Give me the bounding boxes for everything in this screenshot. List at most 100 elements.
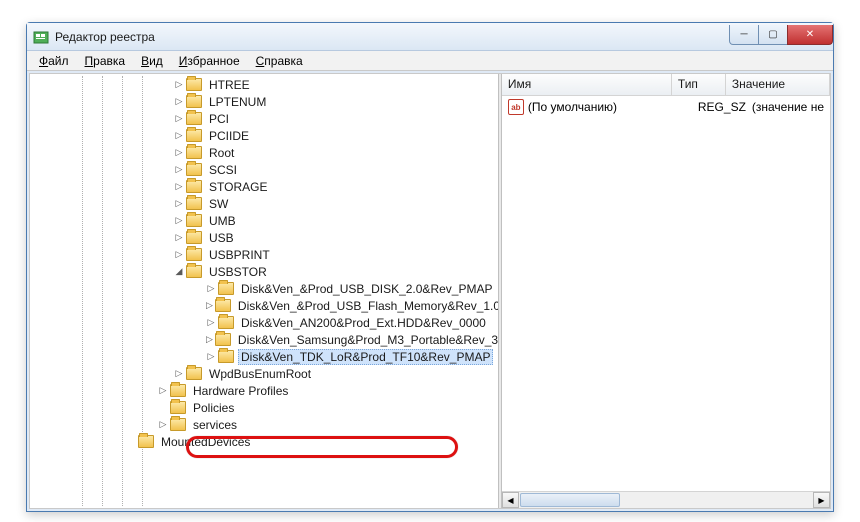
folder-icon xyxy=(218,350,234,363)
column-value[interactable]: Значение xyxy=(726,74,830,95)
tree-item-label: Disk&Ven_Samsung&Prod_M3_Portable&Rev_3 xyxy=(235,332,498,348)
tree-item[interactable]: ▷ PCIIDE xyxy=(30,127,498,144)
expand-icon[interactable]: ▷ xyxy=(206,318,216,328)
tree-item-label: SCSI xyxy=(206,162,240,178)
expand-icon[interactable]: ▷ xyxy=(158,420,168,430)
expand-icon[interactable]: ▷ xyxy=(174,233,184,243)
folder-icon xyxy=(215,333,231,346)
tree-item[interactable]: ▷ HTREE xyxy=(30,76,498,93)
tree-item[interactable]: ▷ SCSI xyxy=(30,161,498,178)
folder-icon xyxy=(186,78,202,91)
tree-item[interactable]: ▷SW xyxy=(30,195,498,212)
folder-icon xyxy=(186,214,202,227)
folder-icon xyxy=(218,316,234,329)
menu-edit[interactable]: Правка xyxy=(77,52,134,70)
list-item[interactable]: ab (По умолчанию) REG_SZ (значение не xyxy=(504,98,828,116)
tree-item[interactable]: ▷ Disk&Ven_&Prod_USB_Flash_Memory&Rev_1.0… xyxy=(30,297,498,314)
expand-icon[interactable]: ▷ xyxy=(174,199,184,209)
horizontal-scrollbar[interactable]: ◀ ▶ xyxy=(502,491,830,508)
expand-icon[interactable]: ▷ xyxy=(174,97,184,107)
tree: ▷HTREE▷LPTENUM▷PCI▷PCIIDE▷Root▷SCSI▷STOR… xyxy=(30,74,498,452)
folder-icon xyxy=(186,265,202,278)
tree-item-label: Disk&Ven_&Prod_USB_DISK_2.0&Rev_PMAP xyxy=(238,281,495,297)
expand-icon[interactable]: ▷ xyxy=(206,335,213,345)
column-name[interactable]: Имя xyxy=(502,74,672,95)
tree-item[interactable]: ▷Root xyxy=(30,144,498,161)
tree-item[interactable]: ▷ Disk&Ven_Samsung&Prod_M3_Portable&Rev_3 xyxy=(30,331,498,348)
tree-item-label: LPTENUM xyxy=(206,94,269,110)
tree-item-label: PCIIDE xyxy=(206,128,252,144)
value-data: (значение не xyxy=(752,100,824,114)
folder-icon xyxy=(186,248,202,261)
expand-icon[interactable]: ▷ xyxy=(206,284,216,294)
expand-icon[interactable]: ▷ xyxy=(174,148,184,158)
expand-icon[interactable]: ▷ xyxy=(158,386,168,396)
expand-icon[interactable]: ▷ xyxy=(174,131,184,141)
tree-item-label: Disk&Ven_&Prod_USB_Flash_Memory&Rev_1.00 xyxy=(235,298,498,314)
tree-item[interactable]: ▷ WpdBusEnumRoot xyxy=(30,365,498,382)
folder-icon xyxy=(186,129,202,142)
app-icon xyxy=(33,29,49,45)
folder-icon xyxy=(215,299,231,312)
scroll-left-button[interactable]: ◀ xyxy=(502,492,519,508)
tree-item[interactable]: ▷Disk&Ven_TDK_LoR&Prod_TF10&Rev_PMAP xyxy=(30,348,498,365)
expand-icon[interactable]: ▷ xyxy=(174,250,184,260)
tree-item-label: STORAGE xyxy=(206,179,270,195)
no-expand xyxy=(158,403,168,413)
expand-icon[interactable]: ▷ xyxy=(174,369,184,379)
collapse-icon[interactable]: ◢ xyxy=(174,267,184,277)
scroll-right-button[interactable]: ▶ xyxy=(813,492,830,508)
expand-icon[interactable]: ▷ xyxy=(206,301,213,311)
tree-item[interactable]: ▷ STORAGE xyxy=(30,178,498,195)
expand-icon[interactable]: ▷ xyxy=(174,216,184,226)
tree-pane[interactable]: ▷HTREE▷LPTENUM▷PCI▷PCIIDE▷Root▷SCSI▷STOR… xyxy=(30,74,498,508)
string-value-icon: ab xyxy=(508,99,524,115)
maximize-button[interactable]: ▢ xyxy=(758,25,788,45)
tree-item[interactable]: ▷PCI xyxy=(30,110,498,127)
expand-icon[interactable]: ▷ xyxy=(206,352,216,362)
tree-item-label: services xyxy=(190,417,240,433)
folder-icon xyxy=(186,112,202,125)
titlebar[interactable]: Редактор реестра ─ ▢ ✕ xyxy=(27,23,833,51)
tree-item[interactable]: ▷USB xyxy=(30,229,498,246)
folder-icon xyxy=(170,401,186,414)
tree-item-label: Hardware Profiles xyxy=(190,383,291,399)
tree-item-label: HTREE xyxy=(206,77,253,93)
scroll-thumb[interactable] xyxy=(520,493,620,507)
window-title: Редактор реестра xyxy=(55,30,730,44)
menu-file[interactable]: Файл xyxy=(31,52,77,70)
folder-icon xyxy=(186,197,202,210)
expand-icon[interactable]: ▷ xyxy=(174,182,184,192)
column-type[interactable]: Тип xyxy=(672,74,726,95)
folder-icon xyxy=(186,95,202,108)
folder-icon xyxy=(186,146,202,159)
expand-icon[interactable]: ▷ xyxy=(174,165,184,175)
folder-icon xyxy=(218,282,234,295)
tree-item[interactable]: Policies xyxy=(30,399,498,416)
tree-item-label: WpdBusEnumRoot xyxy=(206,366,314,382)
tree-item[interactable]: ◢ USBSTOR xyxy=(30,263,498,280)
folder-icon xyxy=(186,231,202,244)
minimize-button[interactable]: ─ xyxy=(729,25,759,45)
tree-item[interactable]: ▷Disk&Ven_AN200&Prod_Ext.HDD&Rev_0000 xyxy=(30,314,498,331)
tree-item[interactable]: MountedDevices xyxy=(30,433,498,450)
menu-favorites[interactable]: Избранное xyxy=(171,52,248,70)
list-body[interactable]: ab (По умолчанию) REG_SZ (значение не xyxy=(502,96,830,491)
expand-icon[interactable]: ▷ xyxy=(174,114,184,124)
tree-item-label: USBSTOR xyxy=(206,264,270,280)
tree-item[interactable]: ▷ LPTENUM xyxy=(30,93,498,110)
tree-item[interactable]: ▷ services xyxy=(30,416,498,433)
list-header: Имя Тип Значение xyxy=(502,74,830,96)
tree-item[interactable]: ▷ Disk&Ven_&Prod_USB_DISK_2.0&Rev_PMAP xyxy=(30,280,498,297)
tree-item[interactable]: ▷ USBPRINT xyxy=(30,246,498,263)
tree-item[interactable]: ▷ UMB xyxy=(30,212,498,229)
expand-icon[interactable]: ▷ xyxy=(174,80,184,90)
menu-help[interactable]: Справка xyxy=(248,52,311,70)
tree-item-label: USBPRINT xyxy=(206,247,273,263)
folder-icon xyxy=(186,163,202,176)
close-button[interactable]: ✕ xyxy=(787,25,833,45)
tree-item[interactable]: ▷ Hardware Profiles xyxy=(30,382,498,399)
folder-icon xyxy=(186,367,202,380)
menu-view[interactable]: Вид xyxy=(133,52,171,70)
tree-item-label: UMB xyxy=(206,213,239,229)
